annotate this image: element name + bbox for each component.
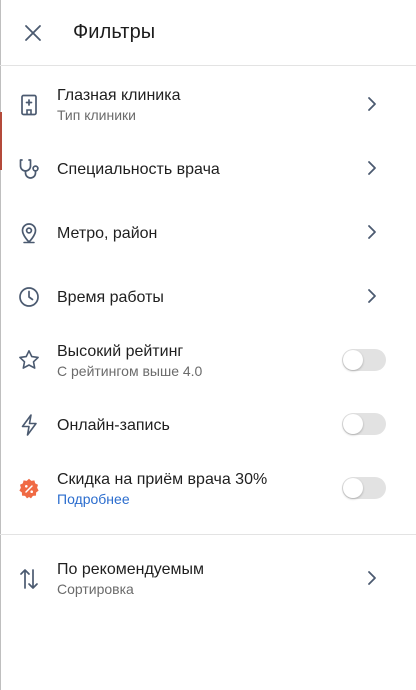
section-divider bbox=[0, 534, 416, 535]
filter-discount-label: Скидка на приём врача 30% bbox=[57, 471, 268, 488]
discount-toggle[interactable] bbox=[342, 477, 386, 499]
close-button[interactable] bbox=[20, 20, 46, 46]
filter-metro-district[interactable]: Метро, район bbox=[0, 208, 416, 258]
filter-doctor-specialty-label: Специальность врача bbox=[57, 161, 220, 178]
high-rating-toggle[interactable] bbox=[342, 349, 386, 371]
star-icon bbox=[16, 347, 42, 373]
location-pin-icon bbox=[16, 220, 42, 246]
filter-online-booking-label: Онлайн-запись bbox=[57, 417, 170, 434]
filter-high-rating-label: Высокий рейтинг bbox=[57, 343, 184, 360]
toggle-knob bbox=[343, 350, 363, 370]
filter-doctor-specialty[interactable]: Специальность врача bbox=[0, 144, 416, 194]
toggle-knob bbox=[343, 414, 363, 434]
sort-label: По рекомендуемым bbox=[57, 561, 205, 578]
sort-arrows-icon bbox=[16, 566, 42, 592]
chevron-right-icon bbox=[364, 158, 380, 178]
chevron-right-icon bbox=[364, 94, 380, 114]
toggle-knob bbox=[343, 478, 363, 498]
chevron-right-icon bbox=[364, 568, 380, 588]
discount-details-link[interactable]: Подробнее bbox=[57, 491, 130, 507]
filter-high-rating[interactable]: Высокий рейтинг С рейтингом выше 4.0 bbox=[0, 336, 416, 386]
filter-clinic-type[interactable]: Глазная клиника Тип клиники bbox=[0, 80, 416, 130]
filter-clinic-type-sub: Тип клиники bbox=[57, 107, 136, 123]
page-title: Фильтры bbox=[73, 21, 156, 43]
filter-working-hours[interactable]: Время работы bbox=[0, 272, 416, 322]
clock-icon bbox=[16, 284, 42, 310]
close-icon[interactable] bbox=[24, 24, 42, 42]
clinic-building-icon bbox=[16, 92, 42, 118]
filter-metro-district-label: Метро, район bbox=[57, 225, 158, 242]
filters-header: Фильтры bbox=[0, 0, 416, 66]
online-booking-toggle[interactable] bbox=[342, 413, 386, 435]
filter-clinic-type-label: Глазная клиника bbox=[57, 87, 181, 104]
sort-sub: Сортировка bbox=[57, 581, 134, 597]
filter-discount[interactable]: Скидка на приём врача 30% Подробнее bbox=[0, 464, 416, 514]
chevron-right-icon bbox=[364, 222, 380, 242]
filter-working-hours-label: Время работы bbox=[57, 289, 164, 306]
lightning-icon bbox=[16, 412, 42, 438]
stethoscope-icon bbox=[16, 156, 42, 182]
chevron-right-icon bbox=[364, 286, 380, 306]
filter-online-booking[interactable]: Онлайн-запись bbox=[0, 400, 416, 450]
filter-high-rating-sub: С рейтингом выше 4.0 bbox=[57, 363, 203, 379]
sort-selector[interactable]: По рекомендуемым Сортировка bbox=[0, 554, 416, 604]
discount-badge-icon bbox=[16, 476, 42, 502]
